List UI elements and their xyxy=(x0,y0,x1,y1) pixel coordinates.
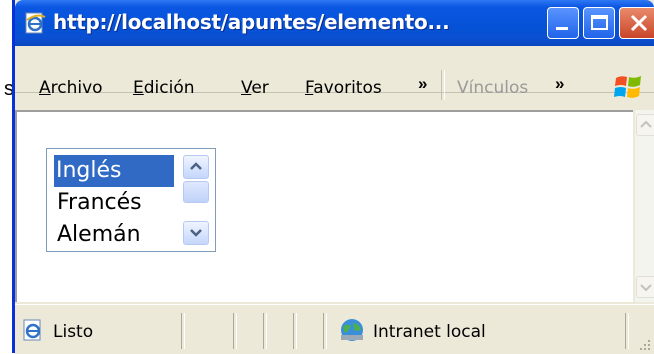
menu-overflow-chevron[interactable]: » xyxy=(418,74,427,94)
status-divider xyxy=(263,313,267,349)
ie-page-icon xyxy=(25,12,46,34)
list-option-aleman[interactable]: Alemán xyxy=(55,219,187,251)
chevron-up-icon xyxy=(190,162,202,170)
scroll-down-button[interactable] xyxy=(636,276,654,298)
close-icon xyxy=(630,14,648,32)
listbox-scrollbar[interactable] xyxy=(179,151,213,249)
list-option-frances[interactable]: Francés xyxy=(55,187,187,219)
menu-bar: Archivo Edición Ver Favoritos » Vínculos… xyxy=(15,48,654,100)
resize-grip-icon[interactable] xyxy=(638,338,652,352)
status-bar: Listo Intranet local xyxy=(15,304,654,354)
menu-ver[interactable]: Ver xyxy=(241,78,269,98)
zone-text: Intranet local xyxy=(373,322,486,342)
list-option-ingles[interactable]: Inglés xyxy=(54,155,174,187)
intranet-zone-icon xyxy=(341,319,363,341)
minimize-icon xyxy=(556,27,568,30)
title-bar[interactable]: http://localhost/apuntes/elemento... xyxy=(15,0,654,46)
status-divider xyxy=(625,313,629,349)
page-vertical-scrollbar[interactable] xyxy=(635,110,654,302)
menu-archivo[interactable]: Archivo xyxy=(39,78,103,98)
status-divider xyxy=(293,313,297,349)
language-listbox[interactable]: Inglés Francés Alemán xyxy=(46,148,216,252)
menu-favoritos[interactable]: Favoritos xyxy=(305,78,382,98)
chevron-up-icon xyxy=(640,120,652,128)
status-divider xyxy=(233,313,237,349)
status-divider xyxy=(323,313,327,349)
status-text: Listo xyxy=(53,322,94,342)
minimize-button[interactable] xyxy=(547,7,579,39)
links-label[interactable]: Vínculos xyxy=(457,78,528,98)
window-title: http://localhost/apuntes/elemento... xyxy=(53,10,450,34)
scroll-up-button[interactable] xyxy=(636,114,654,136)
status-divider xyxy=(181,313,185,349)
chevron-down-icon xyxy=(190,229,202,237)
listbox-scroll-thumb[interactable] xyxy=(183,181,209,203)
listbox-scroll-down-button[interactable] xyxy=(183,221,209,245)
menu-edicion[interactable]: Edición xyxy=(133,78,195,98)
maximize-button[interactable] xyxy=(583,7,615,39)
listbox-scroll-up-button[interactable] xyxy=(183,155,209,179)
close-button[interactable] xyxy=(619,7,654,39)
ie-page-icon xyxy=(23,319,41,341)
links-overflow-chevron[interactable]: » xyxy=(555,74,564,94)
maximize-icon xyxy=(591,15,608,30)
windows-logo-icon xyxy=(614,76,641,98)
chevron-down-icon xyxy=(640,284,652,292)
toolbar-separator xyxy=(441,70,445,100)
